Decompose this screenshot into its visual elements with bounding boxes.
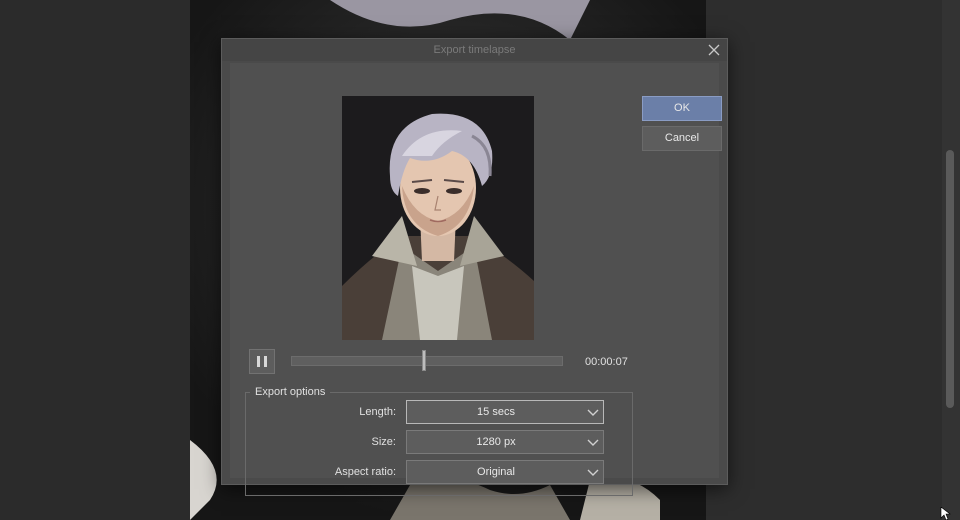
panel-scrollbar-thumb[interactable] [946, 150, 954, 408]
chevron-down-icon [587, 409, 599, 416]
size-value: 1280 px [476, 436, 516, 448]
chevron-down-icon [587, 439, 599, 446]
export-options-legend: Export options [250, 386, 331, 398]
dialog-title: Export timelapse [433, 44, 516, 56]
right-panel [706, 0, 960, 520]
mouse-cursor-icon [940, 507, 951, 520]
playback-time: 00:00:07 [585, 356, 628, 368]
dialog-titlebar[interactable]: Export timelapse [222, 39, 727, 61]
size-label: Size: [371, 436, 396, 448]
dialog-body: OK Cancel 00:00:07 Export options Length… [230, 63, 722, 496]
preview-artwork [342, 96, 534, 340]
pause-icon [257, 356, 267, 367]
aspect-ratio-value: Original [477, 466, 515, 478]
length-value: 15 secs [477, 406, 515, 418]
aspect-ratio-select[interactable]: Original [406, 460, 604, 484]
pause-button[interactable] [249, 349, 275, 374]
aspect-ratio-label: Aspect ratio: [334, 466, 396, 478]
export-timelapse-dialog: Export timelapse OK Cancel 00:00:07 Expo… [221, 38, 728, 496]
cancel-button[interactable]: Cancel [642, 126, 722, 151]
playback-slider-thumb[interactable] [422, 350, 427, 371]
close-button[interactable] [705, 41, 723, 59]
playback-slider-track[interactable] [291, 356, 563, 366]
ok-button[interactable]: OK [642, 96, 722, 121]
chevron-down-icon [587, 469, 599, 476]
length-select[interactable]: 15 secs [406, 400, 604, 424]
close-icon [708, 44, 720, 56]
size-select[interactable]: 1280 px [406, 430, 604, 454]
timelapse-preview [342, 96, 534, 340]
length-label: Length: [359, 406, 396, 418]
